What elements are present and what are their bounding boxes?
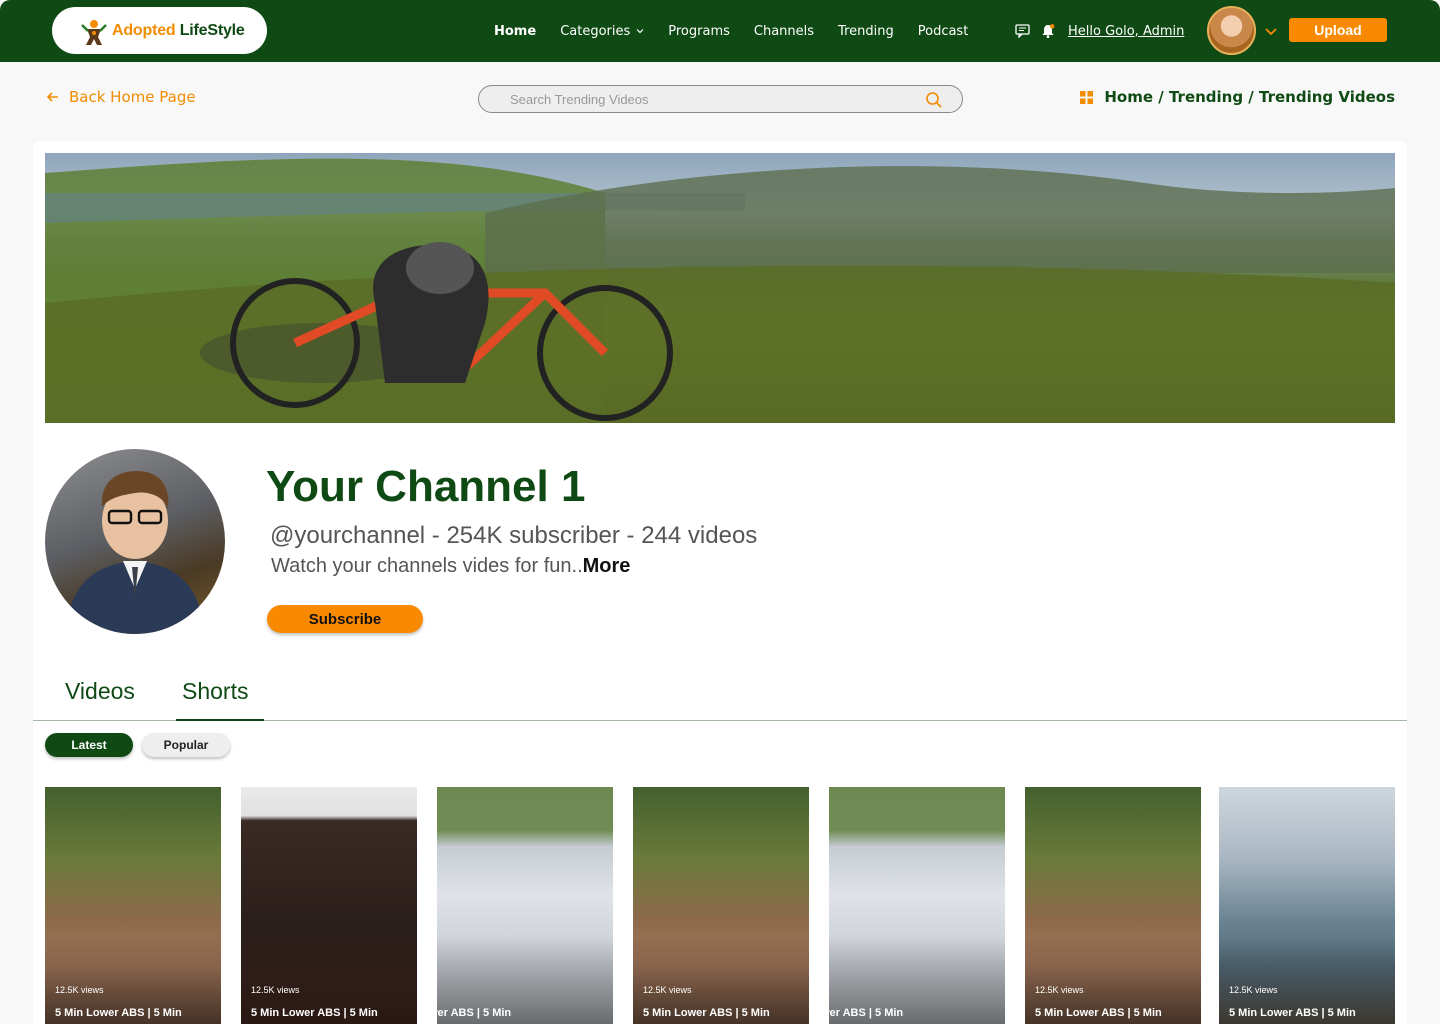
nav-channels-label: Channels (753, 23, 815, 39)
nav-categories-label: Categories (560, 23, 631, 39)
short-card[interactable]: s wer ABS | 5 Min (437, 787, 613, 1024)
breadcrumb-trail[interactable]: Home / Trending / Trending Videos (1104, 88, 1395, 106)
short-views: 12.5K views (1229, 985, 1278, 995)
channel-description-text: Watch your channels vides for fun.. (271, 555, 583, 577)
short-card[interactable]: 12.5K views 5 Min Lower ABS | 5 Min (241, 787, 417, 1024)
search-icon[interactable] (925, 91, 943, 109)
chevron-down-icon[interactable] (1264, 24, 1278, 38)
more-link[interactable]: More (583, 555, 631, 577)
short-card[interactable]: 12.5K views 5 Min Lower ABS | 5 Min (45, 787, 221, 1024)
channel-description: Watch your channels vides for fun..More (271, 555, 630, 578)
back-home-label: Back Home Page (69, 88, 196, 106)
brand-name: Adopted LifeStyle (112, 22, 245, 40)
nav-podcast[interactable]: Podcast (918, 24, 969, 39)
arrow-left-icon (46, 92, 58, 102)
channel-banner-image (45, 153, 1395, 423)
filter-latest-button[interactable]: Latest (45, 733, 133, 757)
channel-name: Your Channel 1 (266, 462, 586, 511)
nav-trending-label: Trending (838, 23, 894, 39)
bell-icon[interactable] (1040, 23, 1056, 39)
short-card[interactable]: 12.5K views 5 Min Lower ABS | 5 Min (633, 787, 809, 1024)
short-title: wer ABS | 5 Min (437, 1007, 512, 1019)
short-title: 5 Min Lower ABS | 5 Min (1229, 1007, 1356, 1019)
chevron-down-icon (636, 29, 644, 34)
logo-icon (78, 15, 110, 47)
short-card[interactable]: 12.5K views 5 Min Lower ABS | 5 Min (1025, 787, 1201, 1024)
nav-podcast-label: Podcast (917, 23, 969, 39)
user-greeting-link[interactable]: Hello Golo, Admin (1068, 24, 1184, 39)
shorts-grid: 12.5K views 5 Min Lower ABS | 5 Min 12.5… (45, 787, 1407, 1024)
short-card[interactable]: 12.5K views 5 Min Lower ABS | 5 Min (1219, 787, 1395, 1024)
channel-card: Your Channel 1 @yourchannel - 254K subsc… (33, 142, 1407, 1024)
short-title: 5 Min Lower ABS | 5 Min (643, 1007, 770, 1019)
short-views: 12.5K views (55, 985, 104, 995)
back-home-link[interactable]: Back Home Page (46, 88, 196, 106)
nav-channels[interactable]: Channels (754, 24, 814, 39)
nav-home-label: Home (494, 23, 537, 39)
brand-name-part2: LifeStyle (175, 21, 245, 39)
subscribe-button[interactable]: Subscribe (267, 605, 423, 633)
short-title: 5 Min Lower ABS | 5 Min (1035, 1007, 1162, 1019)
main-nav: Home Categories Programs Channels Trendi… (494, 0, 992, 62)
header-actions: Hello Golo, Admin (1014, 0, 1184, 62)
filter-popular-button[interactable]: Popular (142, 733, 230, 757)
brand-logo[interactable]: Adopted LifeStyle (52, 7, 267, 54)
channel-avatar (45, 449, 225, 634)
short-title: wer ABS | 5 Min (829, 1007, 904, 1019)
nav-categories[interactable]: Categories (560, 24, 644, 39)
breadcrumb: Home / Trending / Trending Videos (1080, 88, 1395, 106)
user-avatar[interactable] (1207, 6, 1256, 55)
short-views: 12.5K views (643, 985, 692, 995)
nav-home[interactable]: Home (494, 24, 536, 39)
channel-meta: @yourchannel - 254K subscriber - 244 vid… (270, 522, 758, 549)
active-tab-indicator (176, 719, 264, 721)
search-bar (478, 85, 963, 113)
tab-shorts[interactable]: Shorts (182, 678, 248, 705)
upload-button[interactable]: Upload (1289, 18, 1387, 42)
tab-videos[interactable]: Videos (65, 678, 135, 705)
channel-tabs: Videos Shorts (33, 668, 1407, 721)
short-title: 5 Min Lower ABS | 5 Min (251, 1007, 378, 1019)
short-card[interactable]: s wer ABS | 5 Min (829, 787, 1005, 1024)
short-title: 5 Min Lower ABS | 5 Min (55, 1007, 182, 1019)
grid-icon (1080, 90, 1094, 104)
top-navbar: Adopted LifeStyle Home Categories Progra… (0, 0, 1440, 62)
brand-name-part1: Adopted (112, 21, 176, 39)
search-input[interactable] (510, 91, 910, 107)
message-icon[interactable] (1014, 23, 1030, 39)
nav-trending[interactable]: Trending (838, 24, 894, 39)
nav-programs[interactable]: Programs (668, 24, 730, 39)
short-views: 12.5K views (251, 985, 300, 995)
nav-programs-label: Programs (668, 23, 730, 39)
short-views: 12.5K views (1035, 985, 1084, 995)
